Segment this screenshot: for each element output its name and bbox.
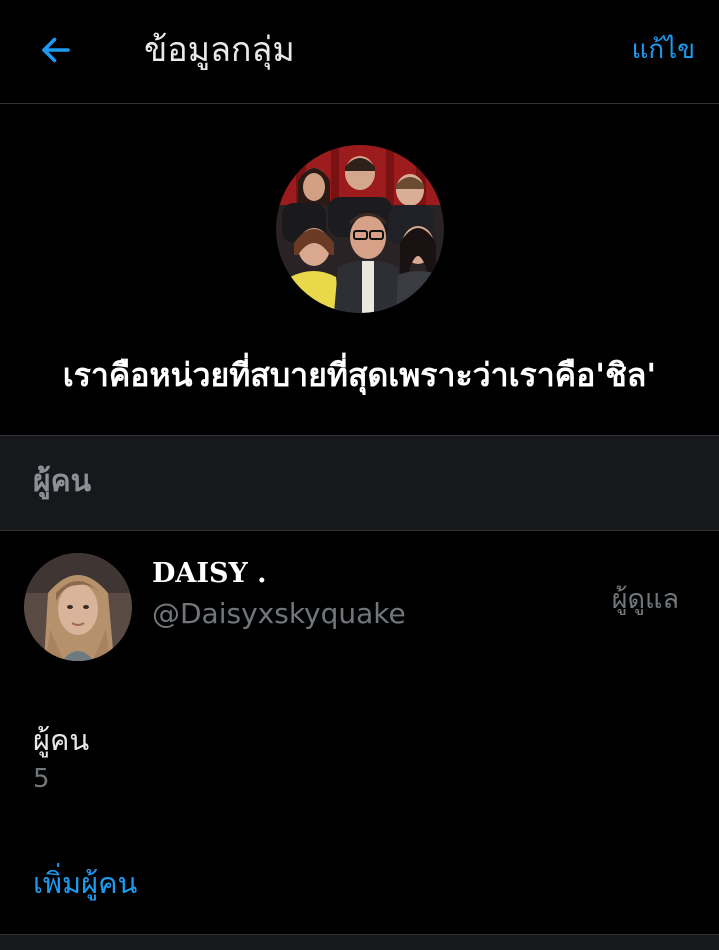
people-section-header: ผู้คน [0,435,719,531]
top-app-bar: ข้อมูลกลุ่ม แก้ไข [0,0,719,104]
member-row[interactable]: DAISY . @Daisyxskyquake ผู้ดูแล [0,532,719,672]
user-photo [24,553,132,661]
member-handle: @Daisyxskyquake [152,597,406,630]
section-title: ผู้คน [33,464,92,499]
member-name: DAISY . [152,558,267,589]
member-role-badge: ผู้ดูแล [611,584,679,615]
avatar[interactable] [24,553,132,661]
arrow-left-icon [42,37,70,63]
group-name: เราคือหน่วยที่สบายที่สุดเพราะว่าเราคือ'ช… [62,356,657,394]
add-people-button[interactable]: เพิ่มผู้คน [33,862,137,904]
page-title: ข้อมูลกลุ่ม [144,30,295,70]
edit-button[interactable]: แก้ไข [632,30,695,70]
section-divider [0,934,719,950]
people-count-label: ผู้คน [33,723,90,757]
people-count-value: 5 [33,764,50,794]
group-photo [276,145,444,313]
group-avatar[interactable] [276,145,444,313]
back-button[interactable] [30,26,82,74]
